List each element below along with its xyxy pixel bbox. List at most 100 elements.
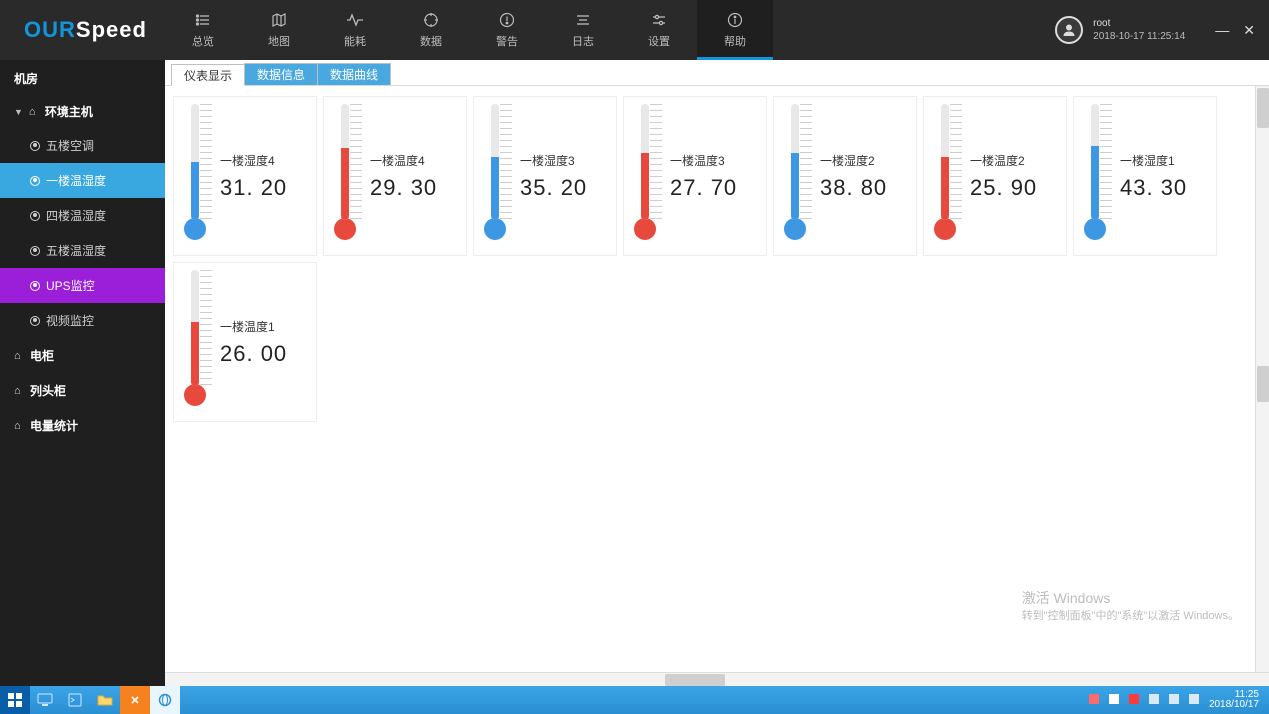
folder-icon bbox=[97, 694, 113, 706]
main-panel: 仪表显示 数据信息 数据曲线 一楼湿度431. 20一楼温度429. 30一楼湿… bbox=[165, 60, 1269, 686]
tab-label: 数据曲线 bbox=[330, 66, 378, 83]
sidebar-group-label: 环境主机 bbox=[45, 103, 93, 120]
caret-down-icon: ▼ bbox=[14, 107, 23, 117]
gauge-card[interactable]: 一楼湿度335. 20 bbox=[473, 96, 617, 256]
gauge-label: 一楼湿度3 bbox=[520, 152, 587, 169]
tray-icon[interactable] bbox=[1189, 694, 1201, 706]
watermark-line2: 转到"控制面板"中的"系统"以激活 Windows。 bbox=[1022, 609, 1239, 624]
tray-icon[interactable] bbox=[1169, 694, 1181, 706]
nav-overview[interactable]: 总览 bbox=[165, 0, 241, 60]
scrollbar-thumb[interactable] bbox=[1257, 366, 1269, 402]
gauge-card[interactable]: 一楼湿度143. 30 bbox=[1073, 96, 1217, 256]
gauge-text: 一楼湿度2 38. 80 bbox=[820, 152, 887, 201]
user-name: root bbox=[1093, 17, 1185, 30]
sidebar-item-video[interactable]: 视频监控 bbox=[0, 303, 165, 338]
list-icon bbox=[194, 11, 212, 29]
thermometer-icon bbox=[626, 102, 664, 250]
nav-alert[interactable]: 警告 bbox=[469, 0, 545, 60]
gauge-card[interactable]: 一楼湿度431. 20 bbox=[173, 96, 317, 256]
gauge-card[interactable]: 一楼温度2 25. 90 bbox=[923, 96, 1067, 256]
taskbar-app-1[interactable] bbox=[30, 686, 60, 714]
taskbar-app-xampp[interactable] bbox=[120, 686, 150, 714]
sidebar-link-label: 电量统计 bbox=[30, 417, 78, 434]
sidebar-item-1f-humidity[interactable]: 一楼温湿度 bbox=[0, 163, 165, 198]
taskbar-app-browser[interactable] bbox=[150, 686, 180, 714]
vertical-scrollbar[interactable] bbox=[1255, 86, 1269, 672]
home-icon: ⌂ bbox=[14, 385, 24, 397]
sidebar-item-label: 视频监控 bbox=[46, 312, 94, 329]
nav-label: 能耗 bbox=[344, 33, 366, 49]
thermometer-icon bbox=[326, 102, 364, 250]
taskbar-app-2[interactable] bbox=[60, 686, 90, 714]
sidebar-item-label: 四楼温湿度 bbox=[46, 207, 106, 224]
sidebar-group-env[interactable]: ▼ ⌂ 环境主机 bbox=[0, 95, 165, 128]
sidebar-item-ac5f[interactable]: 五楼空调 bbox=[0, 128, 165, 163]
tab-bar: 仪表显示 数据信息 数据曲线 bbox=[165, 60, 1269, 86]
log-icon bbox=[574, 11, 592, 29]
nav-settings[interactable]: 设置 bbox=[621, 0, 697, 60]
close-button[interactable]: ✕ bbox=[1243, 22, 1255, 39]
map-icon bbox=[270, 11, 288, 29]
taskbar-clock[interactable]: 11:25 2018/10/17 bbox=[1209, 690, 1263, 710]
gauge-text: 一楼温度327. 70 bbox=[670, 152, 737, 201]
user-block[interactable]: root 2018-10-17 11:25:14 bbox=[1055, 16, 1201, 44]
nav-label: 地图 bbox=[268, 33, 290, 49]
gauge-value: 25. 90 bbox=[970, 175, 1037, 201]
gauge-label: 一楼湿度2 bbox=[820, 152, 887, 169]
tray-icon[interactable] bbox=[1109, 694, 1121, 706]
sidebar-link-cabinet[interactable]: ⌂电柜 bbox=[0, 338, 165, 373]
gauge-label: 一楼湿度1 bbox=[1120, 152, 1187, 169]
nav-data[interactable]: 数据 bbox=[393, 0, 469, 60]
gauge-icon bbox=[30, 246, 40, 256]
sidebar-title: 机房 bbox=[0, 60, 165, 95]
gauge-card[interactable]: 一楼温度429. 30 bbox=[323, 96, 467, 256]
nav-label: 帮助 bbox=[724, 33, 746, 49]
avatar bbox=[1055, 16, 1083, 44]
taskbar-app-3[interactable] bbox=[90, 686, 120, 714]
horizontal-scrollbar[interactable] bbox=[165, 672, 1269, 686]
sidebar-item-label: 一楼温湿度 bbox=[46, 172, 106, 189]
nav-log[interactable]: 日志 bbox=[545, 0, 621, 60]
minimize-button[interactable]: — bbox=[1215, 22, 1229, 39]
nav-label: 日志 bbox=[572, 33, 594, 49]
tray-icon[interactable] bbox=[1089, 694, 1101, 706]
nav-help[interactable]: 帮助 bbox=[697, 0, 773, 60]
sidebar: 机房 ▼ ⌂ 环境主机 五楼空调 一楼温湿度 四楼温湿度 五楼温湿度 UPS监控… bbox=[0, 60, 165, 686]
tab-data-info[interactable]: 数据信息 bbox=[244, 63, 318, 85]
windows-icon bbox=[8, 693, 22, 707]
system-tray[interactable]: 11:25 2018/10/17 bbox=[1083, 690, 1269, 710]
gauge-value: 26. 00 bbox=[220, 341, 287, 367]
tray-icon[interactable] bbox=[1129, 694, 1141, 706]
gauge-value: 38. 80 bbox=[820, 175, 887, 201]
nav-map[interactable]: 地图 bbox=[241, 0, 317, 60]
tray-icon[interactable] bbox=[1149, 694, 1161, 706]
gauge-card[interactable]: 一楼温度1 26. 00 bbox=[173, 262, 317, 422]
thermometer-icon bbox=[176, 268, 214, 416]
gauge-label: 一楼温度2 bbox=[970, 152, 1037, 169]
gauge-icon bbox=[30, 281, 40, 291]
app-header: OURSpeed 总览 地图 能耗 数据 警告 bbox=[0, 0, 1269, 60]
window-controls: — ✕ bbox=[1201, 22, 1269, 39]
sidebar-link-head-cabinet[interactable]: ⌂列头柜 bbox=[0, 373, 165, 408]
scrollbar-thumb[interactable] bbox=[1257, 88, 1269, 128]
terminal-icon bbox=[68, 693, 82, 707]
gauge-value: 27. 70 bbox=[670, 175, 737, 201]
gauge-text: 一楼湿度431. 20 bbox=[220, 152, 287, 201]
thermometer-icon bbox=[776, 102, 814, 250]
alert-icon bbox=[498, 11, 516, 29]
sidebar-link-label: 电柜 bbox=[30, 347, 54, 364]
sidebar-item-5f-humidity[interactable]: 五楼温湿度 bbox=[0, 233, 165, 268]
sidebar-item-4f-humidity[interactable]: 四楼温湿度 bbox=[0, 198, 165, 233]
tab-data-chart[interactable]: 数据曲线 bbox=[317, 63, 391, 85]
thermometer-icon bbox=[476, 102, 514, 250]
nav-energy[interactable]: 能耗 bbox=[317, 0, 393, 60]
gauge-card[interactable]: 一楼湿度2 38. 80 bbox=[773, 96, 917, 256]
gauge-card[interactable]: 一楼温度327. 70 bbox=[623, 96, 767, 256]
gauge-label: 一楼温度1 bbox=[220, 318, 287, 335]
sidebar-link-power-stats[interactable]: ⌂电量统计 bbox=[0, 408, 165, 443]
start-button[interactable] bbox=[0, 686, 30, 714]
scrollbar-thumb[interactable] bbox=[665, 674, 725, 686]
target-icon bbox=[422, 11, 440, 29]
tab-gauges[interactable]: 仪表显示 bbox=[171, 64, 245, 86]
sidebar-item-ups[interactable]: UPS监控 bbox=[0, 268, 165, 303]
